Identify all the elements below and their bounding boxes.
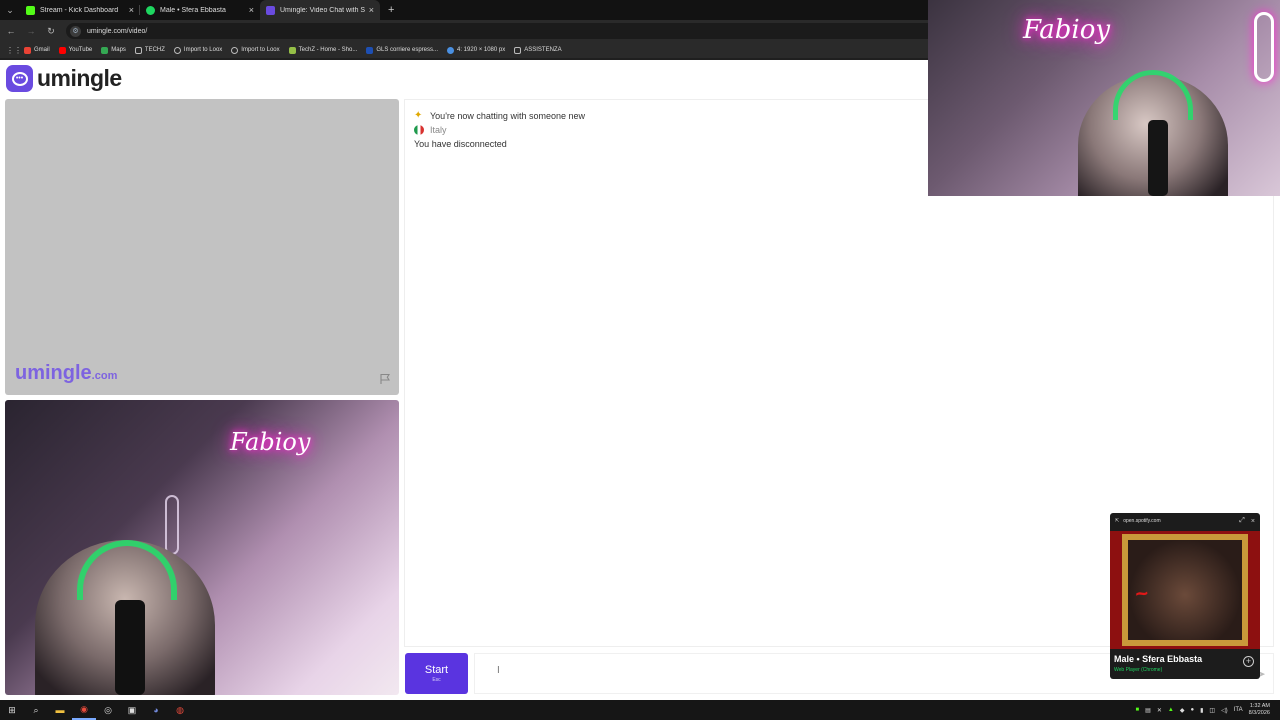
- bookmark-item[interactable]: GLS corriere espress...: [366, 46, 438, 54]
- bookmark-folder[interactable]: ASSISTENZA: [514, 46, 562, 54]
- globe-icon: [231, 46, 239, 54]
- bookmark-item[interactable]: Import to Loox: [231, 46, 280, 54]
- bookmark-item[interactable]: YouTube: [58, 46, 92, 54]
- tray-app-icon[interactable]: ✕: [1157, 707, 1162, 714]
- volume-icon[interactable]: ◁): [1221, 707, 1228, 714]
- close-icon[interactable]: ×: [369, 5, 374, 15]
- pip-header: ⇱ open.spotify.com ⤢ ×: [1115, 517, 1255, 525]
- site-logo[interactable]: ••• umingle: [6, 65, 122, 92]
- bookmark-item[interactable]: Maps: [101, 46, 126, 54]
- obs-icon[interactable]: ◎: [96, 700, 120, 720]
- microphone: [115, 600, 145, 695]
- bookmark-item[interactable]: TechZ - Home - Sho...: [288, 46, 357, 54]
- neon-decor: [1254, 12, 1274, 82]
- webcam-overlay: Fabioy: [928, 0, 1280, 196]
- app-icon[interactable]: ◍: [168, 700, 192, 720]
- bookmark-folder[interactable]: TECHZ: [134, 46, 165, 54]
- close-icon[interactable]: ×: [1251, 518, 1255, 525]
- tab-search-icon[interactable]: ⌄: [0, 0, 20, 20]
- neon-sign: Fabioy: [1023, 15, 1111, 45]
- back-icon[interactable]: ←: [2, 26, 20, 36]
- album-art: ~: [1110, 531, 1260, 649]
- back-to-tab-icon[interactable]: ⇱: [1115, 518, 1119, 524]
- sparkle-icon: ✦: [414, 110, 423, 121]
- gls-icon: [366, 46, 374, 54]
- tray-app-icon[interactable]: ▲: [1168, 707, 1174, 713]
- close-icon[interactable]: ×: [249, 5, 254, 15]
- report-flag-icon[interactable]: [379, 373, 391, 385]
- kick-icon: [26, 5, 35, 15]
- youtube-icon: [58, 46, 66, 54]
- network-icon[interactable]: ◫: [1209, 707, 1215, 714]
- italy-flag-icon: [414, 125, 424, 135]
- url-field[interactable]: ⚙ umingle.com/video/: [66, 23, 986, 39]
- bookmark-item[interactable]: Import to Loox: [173, 46, 222, 54]
- chat-message: You have disconnected: [414, 139, 507, 149]
- close-icon[interactable]: ×: [129, 5, 134, 15]
- spotify-icon: [146, 5, 155, 15]
- folder-icon: [514, 46, 522, 54]
- microphone: [1148, 120, 1168, 196]
- watermark: umingle.com: [15, 362, 118, 384]
- system-tray: ■ ▤ ✕ ▲ ◆ ● ▮ ◫ ◁) ITA 1:32 AM 8/3/2026: [1136, 700, 1280, 720]
- forward-icon[interactable]: →: [22, 26, 40, 36]
- file-explorer-icon[interactable]: ▬: [48, 700, 72, 720]
- self-video: Fabioy: [5, 400, 399, 695]
- search-icon[interactable]: ⌕: [24, 700, 48, 720]
- umingle-icon: [266, 5, 275, 15]
- terminal-icon[interactable]: ▣: [120, 700, 144, 720]
- gmail-icon: [24, 46, 31, 54]
- stranger-video: umingle.com: [5, 99, 399, 395]
- tab-umingle[interactable]: Umingle: Video Chat with S ×: [260, 0, 380, 20]
- folder-icon: [134, 46, 142, 54]
- neon-cactus: [165, 495, 179, 555]
- new-tab-button[interactable]: +: [388, 4, 394, 16]
- tray-app-icon[interactable]: ▤: [1145, 707, 1151, 714]
- chat-message: ✦ You're now chatting with someone new: [414, 110, 585, 122]
- tray-app-icon[interactable]: ●: [1190, 707, 1194, 713]
- apps-grid-icon[interactable]: ⋮⋮: [6, 46, 22, 55]
- ruler-icon: [447, 46, 455, 54]
- text-cursor-icon: I: [497, 665, 500, 676]
- neon-sign: Fabioy: [230, 428, 311, 456]
- tab-spotify[interactable]: Male • Sfera Ebbasta ×: [140, 0, 260, 20]
- tab-kick[interactable]: Stream - Kick Dashboard ×: [20, 0, 140, 20]
- tray-app-icon[interactable]: ■: [1136, 707, 1140, 713]
- chat-bubble-icon: •••: [6, 65, 33, 92]
- chat-message: Italy: [414, 125, 447, 135]
- reload-icon[interactable]: ↻: [42, 26, 60, 37]
- expand-icon[interactable]: ⤢: [1239, 517, 1245, 525]
- tab-label: Umingle: Video Chat with S: [280, 6, 365, 14]
- globe-icon: [173, 46, 181, 54]
- spotify-pip: ⇱ open.spotify.com ⤢ × ~ Male • Sfera Eb…: [1110, 513, 1260, 679]
- logo-text: umingle: [37, 65, 122, 91]
- tray-app-icon[interactable]: ◆: [1180, 707, 1185, 714]
- headset: [1113, 70, 1193, 120]
- start-button[interactable]: Start Esc: [405, 653, 468, 694]
- language-indicator[interactable]: ITA: [1234, 707, 1243, 713]
- site-info-icon[interactable]: ⚙: [70, 25, 81, 37]
- maps-icon: [101, 46, 109, 54]
- clock[interactable]: 1:32 AM 8/3/2026: [1249, 703, 1270, 716]
- taskbar: ⊞ ⌕ ▬ ◉ ◎ ▣ ◕ ◍ ■ ▤ ✕ ▲ ◆ ● ▮ ◫ ◁) ITA 1…: [0, 700, 1280, 720]
- tab-label: Male • Sfera Ebbasta: [160, 6, 226, 14]
- player-source: Web Player (Chrome): [1114, 667, 1163, 673]
- discord-icon[interactable]: ◕: [144, 700, 168, 720]
- chrome-icon[interactable]: ◉: [72, 700, 96, 720]
- bookmark-item[interactable]: Gmail: [24, 46, 50, 54]
- tab-label: Stream - Kick Dashboard: [40, 6, 119, 14]
- track-title: Male • Sfera Ebbasta: [1114, 654, 1203, 664]
- shopify-icon: [288, 46, 296, 54]
- bookmark-item[interactable]: 4: 1920 × 1080 px: [447, 46, 505, 54]
- add-icon[interactable]: +: [1243, 656, 1254, 667]
- url-text: umingle.com/video/: [87, 27, 148, 35]
- microphone-icon[interactable]: ▮: [1200, 707, 1203, 714]
- windows-start-icon[interactable]: ⊞: [0, 700, 24, 720]
